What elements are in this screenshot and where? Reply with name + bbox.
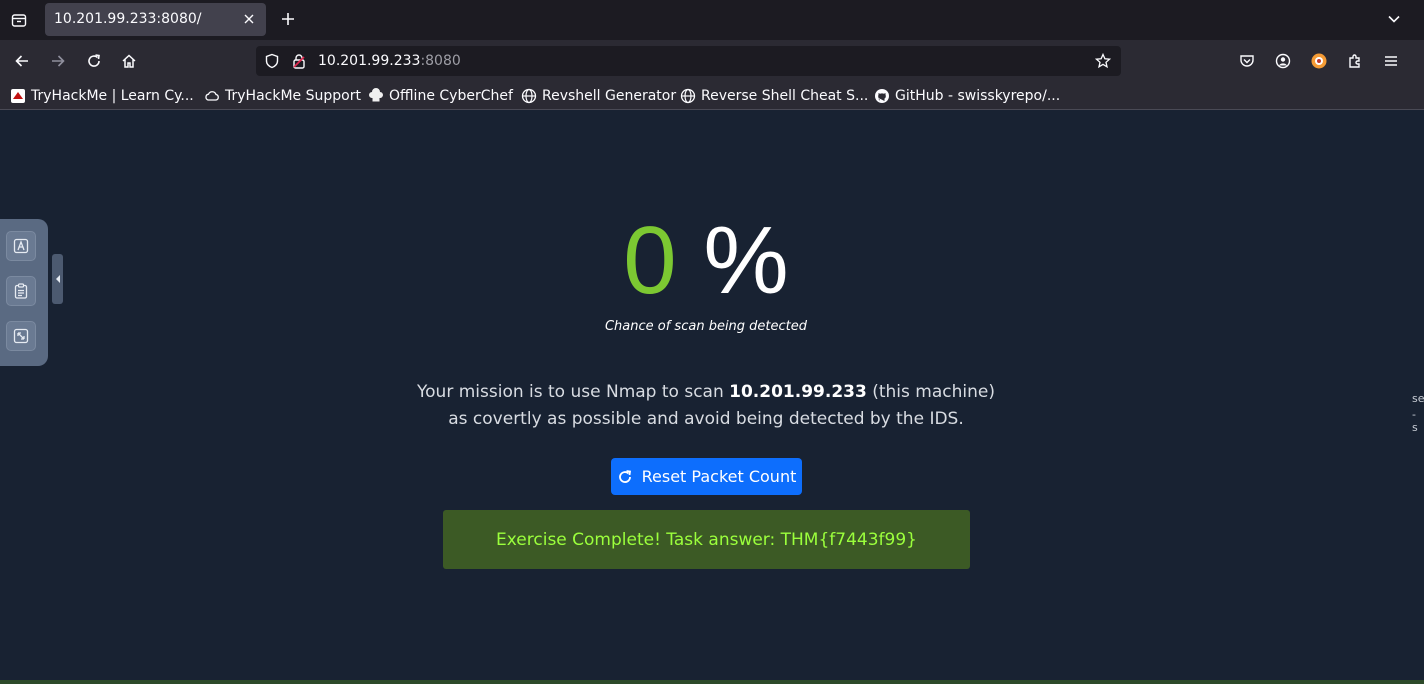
bookmark-reverse-shell[interactable]: Reverse Shell Cheat S... [680,87,868,105]
page-content: 0 % Chance of scan being detected Your m… [0,111,1424,684]
home-icon[interactable] [117,49,141,73]
collapse-panel-handle[interactable] [52,254,63,304]
percentage-sign: % [703,207,789,314]
active-tab[interactable]: 10.201.99.233:8080/ [45,3,266,36]
navigation-toolbar: 10.201.99.233:8080 [0,40,1424,82]
bookmark-label: GitHub - swisskyrepo/... [895,88,1061,104]
github-icon [874,88,890,104]
mission-prefix: Your mission is to use Nmap to scan [417,382,730,402]
mission-ip: 10.201.99.233 [729,382,867,402]
bookmarks-toolbar: TryHackMe | Learn Cy... TryHackMe Suppor… [0,82,1424,110]
exercise-complete-banner: Exercise Complete! Task answer: THM{f744… [443,510,970,569]
refresh-icon [617,469,633,485]
tab-title: 10.201.99.233:8080/ [54,11,202,27]
bookmark-label: TryHackMe | Learn Cy... [31,88,194,104]
reset-packet-count-button[interactable]: Reset Packet Count [611,458,802,495]
bookmark-revshell[interactable]: Revshell Generator [521,87,676,105]
plus-icon[interactable] [278,9,298,29]
bookmark-label: Offline CyberChef [389,88,513,104]
globe-icon [521,88,537,104]
url-text: 10.201.99.233:8080 [318,53,461,69]
cloud-icon [204,88,220,104]
edge-text-2: - s [1412,408,1418,434]
mission-line-1: Your mission is to use Nmap to scan 10.2… [0,379,1412,406]
tryhackme-favicon-icon [10,88,26,104]
back-arrow-icon[interactable] [10,49,34,73]
lock-icon[interactable] [291,53,307,73]
url-host: 10.201.99.233 [318,53,421,69]
bookmark-label: TryHackMe Support [225,88,361,104]
edge-text-1: se [1412,392,1424,405]
fullscreen-icon[interactable] [6,321,36,351]
clipboard-icon[interactable] [6,276,36,306]
bookmark-github[interactable]: GitHub - swisskyrepo/... [874,87,1060,105]
percentage-value: 0 [623,207,677,314]
reset-label: Reset Packet Count [641,467,797,486]
mission-line-2: as covertly as possible and avoid being … [448,409,964,429]
mission-text: Your mission is to use Nmap to scan 10.2… [0,379,1412,433]
percentage-caption: Chance of scan being detected [604,319,808,334]
chevron-left-icon [55,275,60,283]
text-icon[interactable] [6,231,36,261]
tab-list-icon[interactable] [8,9,30,31]
bookmark-tryhackme[interactable]: TryHackMe | Learn Cy... [10,87,194,105]
close-icon[interactable] [241,11,257,27]
address-bar[interactable]: 10.201.99.233:8080 [256,46,1121,76]
detection-percentage: 0 % [0,211,1412,311]
reload-icon[interactable] [82,49,106,73]
bottom-status-strip [0,680,1424,684]
url-port: :8080 [420,53,461,69]
bookmark-label: Revshell Generator [542,88,677,104]
forward-arrow-icon[interactable] [46,49,70,73]
shield-icon[interactable] [264,53,280,73]
bookmark-cyberchef[interactable]: Offline CyberChef [368,87,513,105]
side-tool-panel [0,219,48,366]
pocket-icon[interactable] [1235,49,1259,73]
menu-icon[interactable] [1379,49,1403,73]
globe-icon [680,88,696,104]
bookmark-label: Reverse Shell Cheat S... [701,88,869,104]
account-icon[interactable] [1271,49,1295,73]
bookmark-tryhackme-support[interactable]: TryHackMe Support [204,87,361,105]
chevron-down-icon[interactable] [1384,9,1404,29]
extension-icon[interactable] [1307,49,1331,73]
mission-suffix: (this machine) [866,382,995,402]
star-icon[interactable] [1094,52,1112,73]
puzzle-icon[interactable] [1343,49,1367,73]
chef-hat-icon [368,88,384,104]
tab-strip: 10.201.99.233:8080/ [0,0,1424,40]
